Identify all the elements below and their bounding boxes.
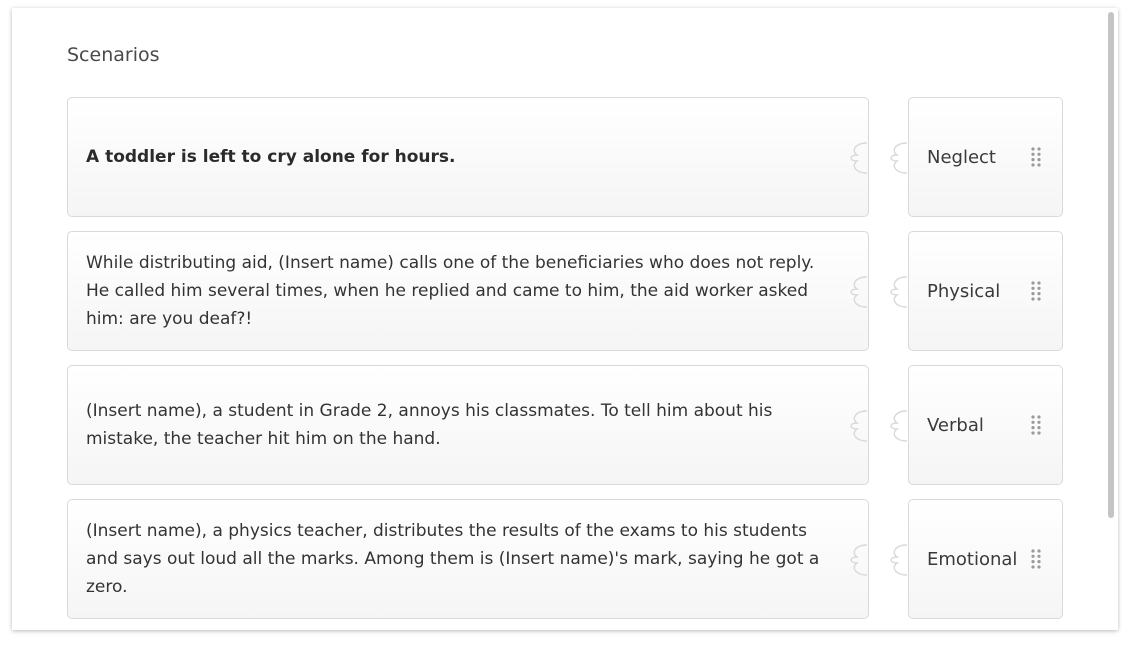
scenario-card: A toddler is left to cry alone for hours…: [67, 97, 869, 217]
answer-label: Physical: [927, 280, 1001, 302]
match-row: While distributing aid, (Insert name) ca…: [67, 231, 1063, 351]
match-row: (Insert name), a physics teacher, distri…: [67, 499, 1063, 619]
match-row: (Insert name), a student in Grade 2, ann…: [67, 365, 1063, 485]
scenario-text: While distributing aid, (Insert name) ca…: [86, 253, 815, 329]
vertical-scrollbar[interactable]: [1108, 12, 1114, 518]
scenario-text: (Insert name), a student in Grade 2, ann…: [86, 401, 773, 449]
answer-label: Verbal: [927, 414, 984, 436]
puzzle-tab-icon: [890, 410, 908, 442]
scenario-text: A toddler is left to cry alone for hours…: [86, 147, 456, 167]
answer-tile-verbal[interactable]: Verbal: [908, 365, 1063, 485]
drag-grip-icon[interactable]: [1030, 414, 1042, 436]
answer-tile-emotional[interactable]: Emotional: [908, 499, 1063, 619]
scenario-card: While distributing aid, (Insert name) ca…: [67, 231, 869, 351]
answer-tile-physical[interactable]: Physical: [908, 231, 1063, 351]
puzzle-tab-icon: [890, 544, 908, 576]
page-title: Scenarios: [67, 44, 160, 66]
scenario-card: (Insert name), a student in Grade 2, ann…: [67, 365, 869, 485]
answer-label: Emotional: [927, 548, 1018, 570]
match-row: A toddler is left to cry alone for hours…: [67, 97, 1063, 217]
drag-grip-icon[interactable]: [1030, 280, 1042, 302]
drag-grip-icon[interactable]: [1030, 146, 1042, 168]
puzzle-socket-icon: [850, 544, 868, 576]
matching-activity-panel: Scenarios A toddler is left to cry alone…: [12, 8, 1118, 630]
drag-grip-icon[interactable]: [1030, 548, 1042, 570]
puzzle-tab-icon: [890, 142, 908, 174]
scenario-text: (Insert name), a physics teacher, distri…: [86, 521, 820, 597]
puzzle-tab-icon: [890, 276, 908, 308]
puzzle-socket-icon: [850, 276, 868, 308]
answer-label: Neglect: [927, 146, 996, 168]
scenario-card: (Insert name), a physics teacher, distri…: [67, 499, 869, 619]
puzzle-socket-icon: [850, 142, 868, 174]
puzzle-socket-icon: [850, 410, 868, 442]
answer-tile-neglect[interactable]: Neglect: [908, 97, 1063, 217]
